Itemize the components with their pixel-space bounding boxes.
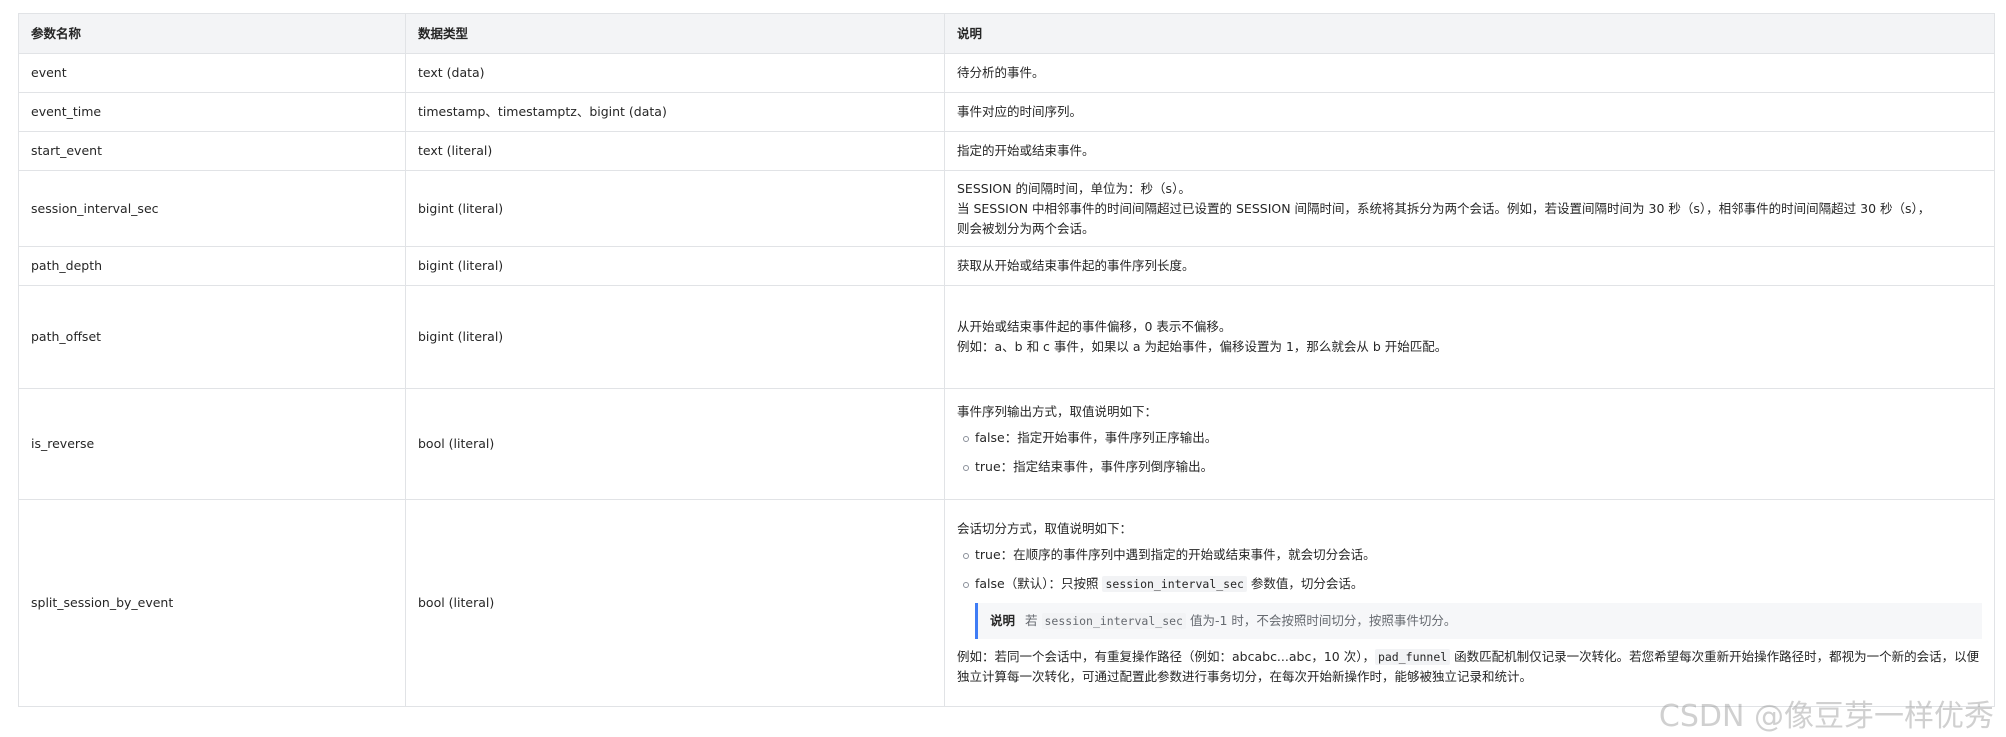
example-text: 例如：若同一个会话中，有重复操作路径（例如：abcabc...abc，10 次）… <box>957 647 1982 687</box>
header-param-name: 参数名称 <box>18 13 406 54</box>
list-item-text: false（默认）：只按照 <box>975 576 1103 591</box>
param-name: is_reverse <box>18 388 406 500</box>
param-type: bigint (literal) <box>405 246 945 286</box>
description-text: 待分析的事件。 <box>957 65 1045 80</box>
param-name: start_event <box>18 131 406 171</box>
description-text: 事件对应的时间序列。 <box>957 104 1083 119</box>
param-description: 获取从开始或结束事件起的事件序列长度。 <box>944 246 1995 286</box>
description-text: 则会被划分为两个会话。 <box>957 220 1095 236</box>
param-description: 待分析的事件。 <box>944 53 1995 93</box>
note-text: 若 session_interval_sec 值为-1 时，不会按照时间切分，按… <box>1025 613 1457 629</box>
description-text: 例如：a、b 和 c 事件，如果以 a 为起始事件，偏移设置为 1，那么就会从 … <box>957 339 1448 354</box>
param-type: bool (literal) <box>405 388 945 500</box>
param-name: path_depth <box>18 246 406 286</box>
description-text: 事件序列输出方式，取值说明如下： <box>957 404 1158 419</box>
table-row: split_session_by_event bool (literal) 会话… <box>18 499 1995 707</box>
list-item: false（默认）：只按照 session_interval_sec 参数值，切… <box>963 574 1982 594</box>
description-text: 指定的开始或结束事件。 <box>957 143 1095 158</box>
example-text-part: 例如：若同一个会话中，有重复操作路径（例如：abcabc...abc，10 次）… <box>957 649 1375 664</box>
table-row: path_depth bigint (literal) 获取从开始或结束事件起的… <box>18 246 1995 286</box>
param-name: event_time <box>18 92 406 132</box>
param-type: bigint (literal) <box>405 285 945 389</box>
table-row: is_reverse bool (literal) 事件序列输出方式，取值说明如… <box>18 388 1995 500</box>
param-name: split_session_by_event <box>18 499 406 707</box>
note-text-part: 若 <box>1025 613 1042 628</box>
param-description: 从开始或结束事件起的事件偏移，0 表示不偏移。 例如：a、b 和 c 事件，如果… <box>944 285 1995 389</box>
param-type: bigint (literal) <box>405 170 945 247</box>
header-description: 说明 <box>944 13 1995 54</box>
param-name: session_interval_sec <box>18 170 406 247</box>
description-text: 从开始或结束事件起的事件偏移，0 表示不偏移。 <box>957 319 1232 334</box>
value-list: true：在顺序的事件序列中遇到指定的开始或结束事件，就会切分会话。 false… <box>957 545 1982 594</box>
description-text: 会话切分方式，取值说明如下： <box>957 521 1133 536</box>
param-type: timestamp、timestamptz、bigint (data) <box>405 92 945 132</box>
param-description: 事件序列输出方式，取值说明如下： false：指定开始事件，事件序列正序输出。 … <box>944 388 1995 500</box>
param-name: event <box>18 53 406 93</box>
table-row: event text (data) 待分析的事件。 <box>18 53 1995 93</box>
param-description: 事件对应的时间序列。 <box>944 92 1995 132</box>
table-row: session_interval_sec bigint (literal) SE… <box>18 170 1995 247</box>
description-text: 当 SESSION 中相邻事件的时间间隔超过已设置的 SESSION 间隔时间，… <box>957 200 1931 216</box>
list-item-text: 参数值，切分会话。 <box>1246 576 1364 591</box>
list-item: true：在顺序的事件序列中遇到指定的开始或结束事件，就会切分会话。 <box>963 545 1982 565</box>
list-item: true：指定结束事件，事件序列倒序输出。 <box>963 457 1982 477</box>
param-type: text (data) <box>405 53 945 93</box>
inline-code: session_interval_sec <box>1102 576 1247 592</box>
table-row: start_event text (literal) 指定的开始或结束事件。 <box>18 131 1995 171</box>
note-text-part: 值为-1 时，不会按照时间切分，按照事件切分。 <box>1185 613 1457 628</box>
param-type: bool (literal) <box>405 499 945 707</box>
inline-code: session_interval_sec <box>1041 613 1186 629</box>
note-box: 说明若 session_interval_sec 值为-1 时，不会按照时间切分… <box>975 603 1982 639</box>
param-name: path_offset <box>18 285 406 389</box>
param-type: text (literal) <box>405 131 945 171</box>
table-row: path_offset bigint (literal) 从开始或结束事件起的事… <box>18 285 1995 389</box>
param-description: SESSION 的间隔时间，单位为：秒（s）。 当 SESSION 中相邻事件的… <box>944 170 1995 247</box>
description-text: SESSION 的间隔时间，单位为：秒（s）。 <box>957 180 1191 196</box>
note-title: 说明 <box>990 613 1016 628</box>
inline-code: pad_funnel <box>1374 649 1451 665</box>
list-item: false：指定开始事件，事件序列正序输出。 <box>963 428 1982 448</box>
table-row: event_time timestamp、timestamptz、bigint … <box>18 92 1995 132</box>
param-description: 指定的开始或结束事件。 <box>944 131 1995 171</box>
header-data-type: 数据类型 <box>405 13 945 54</box>
parameter-table: 参数名称 数据类型 说明 event text (data) 待分析的事件。 e… <box>18 13 1995 707</box>
value-list: false：指定开始事件，事件序列正序输出。 true：指定结束事件，事件序列倒… <box>957 428 1982 477</box>
description-text: 获取从开始或结束事件起的事件序列长度。 <box>957 258 1195 273</box>
table-header-row: 参数名称 数据类型 说明 <box>18 13 1995 54</box>
param-description: 会话切分方式，取值说明如下： true：在顺序的事件序列中遇到指定的开始或结束事… <box>944 499 1995 707</box>
